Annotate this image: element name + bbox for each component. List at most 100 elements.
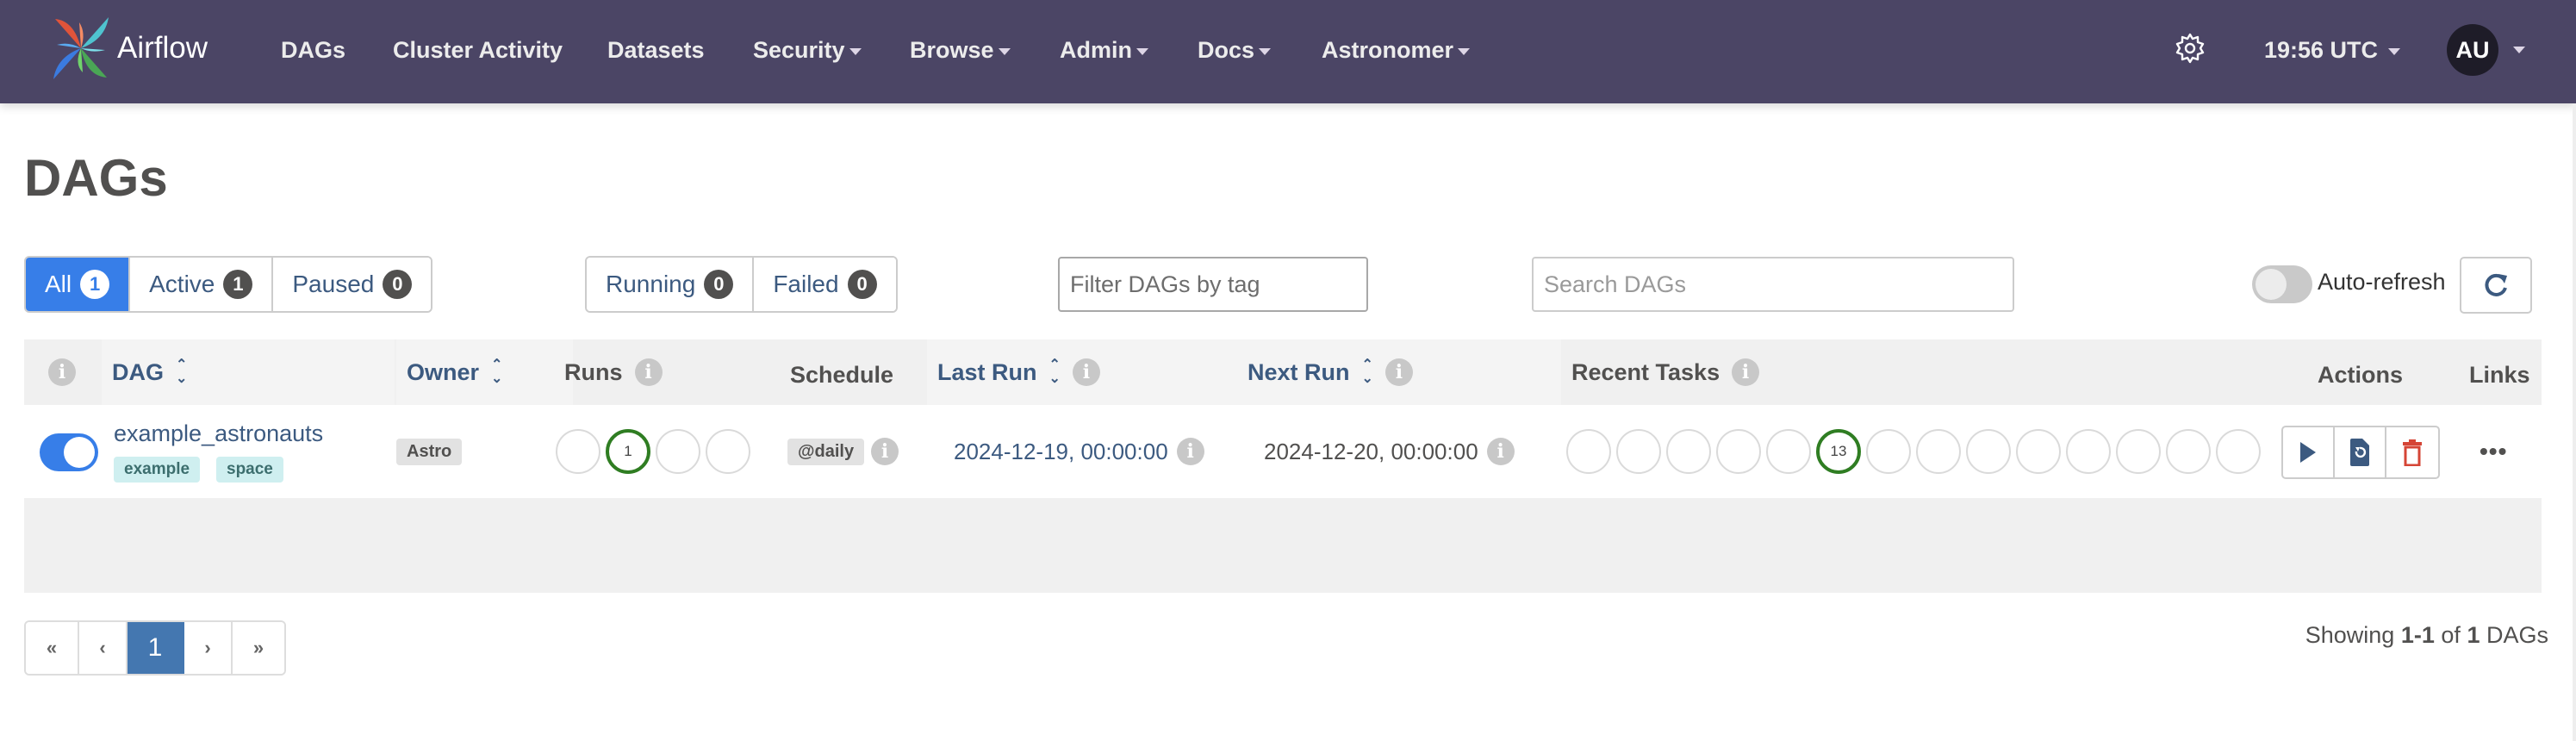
tag-filter-input[interactable] [1058, 257, 1368, 312]
trigger-dag-button[interactable] [2283, 427, 2335, 477]
gear-icon[interactable] [2175, 33, 2206, 64]
task-state-circle[interactable] [1566, 429, 1611, 474]
task-state-circle[interactable] [1916, 429, 1961, 474]
count-badge: 0 [704, 270, 734, 299]
runs-cell: 1 [556, 405, 756, 498]
task-state-circle[interactable] [2166, 429, 2211, 474]
page-first-button[interactable]: « [26, 622, 79, 674]
sort-icon[interactable]: ⌃ ⌄ [1049, 358, 1061, 386]
nav-cluster-activity[interactable]: Cluster Activity [393, 33, 563, 67]
task-state-circle[interactable] [2066, 429, 2111, 474]
filter-failed-button[interactable]: Failed 0 [754, 258, 896, 311]
info-icon[interactable]: i [634, 358, 663, 386]
info-icon[interactable]: i [1384, 358, 1413, 386]
auto-refresh-toggle[interactable] [2252, 265, 2312, 303]
nav-docs[interactable]: Docs [1198, 33, 1272, 67]
dag-tag[interactable]: space [216, 457, 283, 483]
dag-tag[interactable]: example [114, 457, 201, 483]
refresh-icon [2485, 273, 2507, 296]
play-icon [2300, 442, 2316, 463]
filter-running-button[interactable]: Running 0 [587, 258, 755, 311]
caret-down-icon [1259, 47, 1272, 55]
dag-run-state-circle[interactable]: 1 [606, 429, 650, 474]
table-header: i DAG ⌃ ⌄ Owner ⌃ ⌄ Runs i Schedule Last R… [24, 339, 2542, 405]
header-owner[interactable]: Owner ⌃ ⌄ [396, 339, 573, 405]
task-state-circle[interactable] [1866, 429, 1911, 474]
task-state-circle[interactable] [1766, 429, 1811, 474]
header-label: Actions [2318, 361, 2404, 388]
caret-down-icon [1458, 47, 1471, 55]
filter-all-button[interactable]: All 1 [26, 258, 131, 311]
dag-run-state-circle[interactable] [706, 429, 750, 474]
nav-admin[interactable]: Admin [1060, 33, 1148, 67]
owner-cell: Astro [396, 405, 463, 498]
nav-label: Security [753, 37, 845, 63]
page-last-button[interactable]: » [233, 622, 284, 674]
refresh-dag-button[interactable] [2335, 427, 2386, 477]
scrollbar[interactable] [2573, 103, 2576, 741]
info-icon[interactable]: i [1072, 358, 1100, 386]
sort-icon[interactable]: ⌃ ⌄ [176, 358, 187, 386]
page-current-button[interactable]: 1 [128, 622, 184, 674]
task-state-circle[interactable] [2116, 429, 2161, 474]
info-icon[interactable]: i [1732, 358, 1760, 386]
sort-icon[interactable]: ⌃ ⌄ [1362, 358, 1373, 386]
brand-link[interactable]: Airflow [48, 14, 208, 83]
task-state-circle[interactable] [1716, 429, 1761, 474]
count-badge: 0 [383, 270, 413, 299]
nav-datasets[interactable]: Datasets [607, 33, 705, 67]
owner-label[interactable]: Astro [396, 438, 463, 465]
nav-label: Browse [910, 37, 994, 63]
nav-security[interactable]: Security [753, 33, 862, 67]
header-recent-tasks: Recent Tasks i [1561, 339, 1992, 405]
task-state-circle[interactable] [2216, 429, 2261, 474]
header-last-run[interactable]: Last Run ⌃ ⌄ i [927, 339, 1237, 405]
header-label: Runs [564, 358, 623, 385]
count-badge: 1 [223, 270, 253, 299]
more-links-icon[interactable]: ••• [2480, 438, 2507, 465]
pagination: « ‹ 1 › » [24, 620, 286, 676]
nav-astronomer[interactable]: Astronomer [1322, 33, 1471, 67]
nav-dags[interactable]: DAGs [281, 33, 345, 67]
delete-dag-button[interactable] [2386, 427, 2438, 477]
dag-pause-toggle[interactable] [40, 433, 98, 471]
search-dags-input[interactable] [1532, 257, 2014, 312]
page-title: DAGs [24, 149, 168, 207]
nav-label: Astronomer [1322, 37, 1454, 63]
info-icon[interactable]: i [1486, 438, 1515, 465]
header-schedule: Schedule [780, 339, 926, 405]
filter-label: All [45, 271, 72, 297]
caret-down-icon [2388, 47, 2401, 55]
schedule-label[interactable]: @daily [787, 438, 865, 465]
user-avatar[interactable]: AU [2447, 24, 2498, 76]
header-label: Schedule [790, 361, 894, 388]
last-run-link[interactable]: 2024-12-19, 00:00:00 [954, 439, 1168, 465]
sort-icon[interactable]: ⌃ ⌄ [491, 358, 502, 386]
header-label: DAG [112, 358, 164, 385]
dag-run-state-circle[interactable] [656, 429, 700, 474]
info-icon[interactable]: i [48, 358, 76, 386]
task-state-circle[interactable] [1616, 429, 1661, 474]
task-state-circle[interactable]: 13 [1816, 429, 1861, 474]
filter-active-button[interactable]: Active 1 [130, 258, 274, 311]
task-state-circle[interactable] [1966, 429, 2011, 474]
caret-down-icon [849, 47, 862, 55]
page-prev-button[interactable]: ‹ [79, 622, 128, 674]
refresh-button[interactable] [2460, 257, 2532, 314]
nav-label: Datasets [607, 37, 705, 63]
header-next-run[interactable]: Next Run ⌃ ⌄ i [1237, 339, 1561, 405]
filter-paused-button[interactable]: Paused 0 [273, 258, 432, 311]
dag-id-link[interactable]: example_astronauts [114, 420, 323, 447]
table-row: example_astronauts example space Astro 1… [24, 405, 2542, 498]
header-dag[interactable]: DAG ⌃ ⌄ [102, 339, 395, 405]
user-menu-caret-icon[interactable] [2513, 47, 2525, 53]
task-state-circle[interactable] [2016, 429, 2061, 474]
timezone-dropdown[interactable]: 19:56 UTC [2264, 33, 2401, 67]
info-icon[interactable]: i [871, 438, 899, 465]
summary-range: 1-1 [2400, 622, 2435, 648]
dag-run-state-circle[interactable] [556, 429, 600, 474]
info-icon[interactable]: i [1176, 438, 1204, 465]
task-state-circle[interactable] [1666, 429, 1711, 474]
nav-browse[interactable]: Browse [910, 33, 1011, 67]
page-next-button[interactable]: › [184, 622, 233, 674]
